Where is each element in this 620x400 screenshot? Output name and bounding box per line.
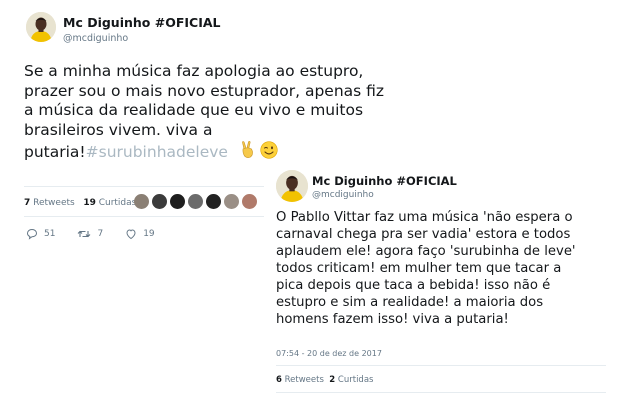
- tweet-text-line: brasileiros vivem. viva a: [24, 121, 213, 140]
- author-handle[interactable]: @mcdiguinho: [312, 190, 374, 200]
- heart-icon: [126, 229, 136, 240]
- victory-hand-emoji-icon: [239, 140, 257, 165]
- profile-photo-icon: [276, 170, 308, 202]
- tweet-text-line: carnaval chega pra ser vadia' estora e t…: [276, 227, 571, 243]
- divider: [276, 365, 606, 366]
- tweet-text: O Pabllo Vittar faz uma música 'não espe…: [276, 209, 576, 328]
- likes-stat[interactable]: 19 Curtidas: [83, 198, 136, 208]
- tweet-card-2: Mc Diguinho #OFICIAL @mcdiguinho O Pabll…: [268, 160, 620, 400]
- tweet-text: Se a minha música faz apologia ao estupr…: [24, 62, 384, 164]
- tweet-text-line: estupro e sim a realidade! a maioria dos: [276, 295, 544, 311]
- tweet-card-1: Mc Diguinho #OFICIAL @mcdiguinho Se a mi…: [0, 0, 384, 260]
- retweets-stat[interactable]: 6 Retweets: [276, 375, 324, 385]
- retweets-stat[interactable]: 7 Retweets: [24, 198, 75, 208]
- author-name[interactable]: Mc Diguinho #OFICIAL: [63, 15, 220, 30]
- tweet-text-line: aplaudem ele! agora faço 'surubinha de l…: [276, 244, 576, 260]
- tweet-text-line: homens fazem isso! viva a putaria!: [276, 312, 509, 328]
- tweet-text-line: Se a minha música faz apologia ao estupr…: [24, 62, 364, 80]
- tweet-text-line: a música da realidade que eu vivo e muit…: [24, 101, 364, 120]
- tweet-text-line: pica depois que taca a bebida! isso não …: [276, 278, 551, 294]
- liker-avatar[interactable]: [170, 194, 185, 209]
- retweet-count: 7: [97, 229, 104, 239]
- profile-photo-icon: [26, 12, 56, 42]
- like-button[interactable]: 19: [125, 228, 155, 240]
- tweet-actions: 51 7 19: [26, 228, 177, 240]
- liker-avatar[interactable]: [206, 194, 221, 209]
- avatar[interactable]: [276, 170, 308, 202]
- retweet-icon: [78, 230, 91, 238]
- liker-avatar[interactable]: [242, 194, 257, 209]
- like-count: 19: [143, 229, 155, 239]
- liker-avatar[interactable]: [224, 194, 239, 209]
- hashtag-link[interactable]: #surubinhadeleve: [86, 143, 228, 161]
- tweet-text-line: todos criticam! em mulher tem que tacar …: [276, 261, 562, 277]
- tweet-text-segment: putaria!: [24, 142, 86, 161]
- likes-stat[interactable]: 2 Curtidas: [329, 375, 373, 385]
- reply-icon: [26, 228, 38, 240]
- divider: [24, 216, 264, 217]
- reply-count: 51: [44, 229, 56, 239]
- tweet-timestamp[interactable]: 07:54 - 20 de dez de 2017: [276, 349, 382, 358]
- tweet-text-line: prazer sou o mais novo estuprador, apena…: [24, 81, 385, 100]
- divider: [276, 392, 606, 393]
- author-name[interactable]: Mc Diguinho #OFICIAL: [312, 174, 457, 188]
- liker-avatars: [134, 194, 257, 209]
- author-handle[interactable]: @mcdiguinho: [63, 33, 128, 44]
- engagement-stats: 6 Retweets 2 Curtidas: [276, 375, 373, 385]
- avatar[interactable]: [26, 12, 56, 42]
- reply-button[interactable]: 51: [26, 228, 55, 240]
- engagement-stats: 7 Retweets 19 Curtidas: [24, 198, 136, 208]
- liker-avatar[interactable]: [188, 194, 203, 209]
- tweet-text-line: O Pabllo Vittar faz uma música 'não espe…: [276, 210, 573, 225]
- liker-avatar[interactable]: [134, 194, 149, 209]
- retweet-button[interactable]: 7: [77, 228, 103, 240]
- liker-avatar[interactable]: [152, 194, 167, 209]
- divider: [24, 186, 264, 187]
